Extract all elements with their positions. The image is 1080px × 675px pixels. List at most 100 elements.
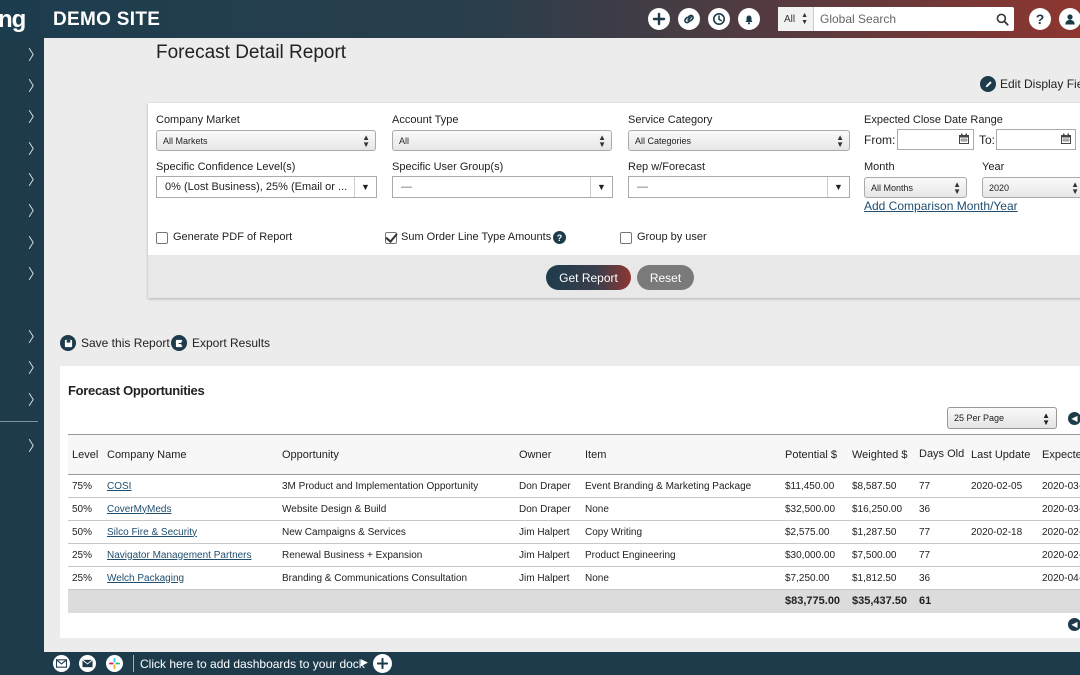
account-type-value: All — [399, 135, 410, 146]
confidence-level-select[interactable]: 0% (Lost Business), 25% (Email or ... ▼ — [156, 176, 377, 198]
edit-display-fields-link[interactable]: Edit Display Fields — [980, 76, 1080, 92]
group-by-user-checkbox[interactable] — [620, 232, 632, 244]
owner-cell: Don Draper — [515, 474, 581, 498]
user-group-select[interactable]: — ▼ — [392, 176, 613, 198]
dashboard-dock: Click here to add dashboards to your doc… — [44, 652, 1080, 675]
logo[interactable]: ng — [0, 6, 26, 34]
last-update-cell — [967, 543, 1038, 567]
company-link[interactable]: Silco Fire & Security — [107, 527, 197, 538]
export-results-link[interactable]: Export Results — [171, 335, 270, 351]
filter-actions-bar: Get Report Reset — [148, 255, 1080, 298]
column-header[interactable]: Item — [581, 434, 781, 475]
weighted-cell: $1,812.50 — [848, 566, 915, 590]
rep-forecast-value: — — [637, 181, 648, 193]
month-select[interactable]: All Months ▲ ▼ — [864, 177, 967, 198]
chevron-right-icon[interactable]: 〉 — [28, 390, 42, 410]
chevron-right-icon[interactable]: 〉 — [28, 76, 42, 96]
prev-page-icon[interactable]: ◀ — [1068, 412, 1080, 425]
expected-cell: 2020-02- — [1038, 520, 1080, 544]
user-group-label: Specific User Group(s) — [392, 161, 504, 173]
company-link[interactable]: COSI — [107, 481, 131, 492]
company-market-select[interactable]: All Markets ▲ ▼ — [156, 130, 376, 151]
user-group-value: — — [401, 181, 412, 193]
weighted-cell: $16,250.00 — [848, 497, 915, 521]
generate-pdf-checkbox[interactable] — [156, 232, 168, 244]
clock-icon[interactable] — [708, 8, 730, 30]
add-comparison-link[interactable]: Add Comparison Month/Year — [864, 199, 1018, 213]
to-date-input[interactable] — [996, 129, 1076, 150]
chevron-right-icon[interactable]: 〉 — [28, 139, 42, 159]
column-header[interactable]: Opportunity — [278, 434, 515, 475]
total-weighted: $35,437.50 — [848, 589, 915, 613]
site-title[interactable]: DEMO SITE — [53, 9, 160, 31]
plus-icon[interactable] — [648, 8, 670, 30]
company-link[interactable]: Welch Packaging — [107, 573, 184, 584]
column-header[interactable]: Level — [68, 434, 103, 475]
reset-button[interactable]: Reset — [637, 265, 694, 290]
column-header[interactable]: Potential $ — [781, 434, 848, 475]
column-header[interactable]: Days Old — [915, 434, 967, 475]
chevron-right-icon[interactable]: 〉 — [28, 436, 42, 456]
search-icon[interactable] — [990, 7, 1014, 31]
from-date-input[interactable] — [897, 129, 974, 150]
rep-forecast-label: Rep w/Forecast — [628, 161, 706, 173]
mail-icon[interactable] — [53, 655, 70, 672]
chevron-right-icon[interactable]: 〉 — [28, 201, 42, 221]
chevron-right-icon[interactable]: 〉 — [28, 233, 42, 253]
company-cell: CoverMyMeds — [103, 497, 278, 521]
owner-cell: Don Draper — [515, 497, 581, 521]
search-scope-select[interactable]: All ▲ ▼ — [778, 7, 814, 31]
slack-icon[interactable] — [106, 655, 123, 672]
sum-order-line-label: Sum Order Line Type Amounts — [401, 231, 552, 243]
plus-icon[interactable] — [373, 654, 392, 673]
weighted-cell: $7,500.00 — [848, 543, 915, 567]
chevron-right-icon[interactable]: 〉 — [28, 45, 42, 65]
company-market-value: All Markets — [163, 135, 208, 146]
help-icon[interactable]: ? — [1029, 8, 1051, 30]
help-icon[interactable]: ? — [553, 231, 566, 244]
per-page-select[interactable]: 25 Per Page ▲ ▼ — [947, 407, 1057, 429]
year-select[interactable]: 2020 ▲ ▼ — [982, 177, 1080, 198]
last-update-cell — [967, 566, 1038, 590]
filter-panel: Company Market All Markets ▲ ▼ Account Ty… — [148, 103, 1080, 298]
level-cell: 75% — [68, 474, 103, 498]
sum-order-line-checkbox[interactable] — [385, 232, 397, 244]
bell-icon[interactable] — [738, 8, 760, 30]
dock-left — [0, 652, 44, 675]
item-cell: Copy Writing — [581, 520, 781, 544]
column-header[interactable]: Last Update — [967, 434, 1038, 475]
user-icon[interactable] — [1059, 8, 1080, 30]
company-link[interactable]: Navigator Management Partners — [107, 550, 252, 561]
opportunity-cell: New Campaigns & Services — [278, 520, 515, 544]
global-search: All ▲ ▼ — [778, 7, 1014, 31]
column-header[interactable]: Expected — [1038, 434, 1080, 475]
potential-cell: $11,450.00 — [781, 474, 848, 498]
rep-forecast-select[interactable]: — ▼ — [628, 176, 850, 198]
calendar-icon[interactable] — [1060, 133, 1072, 145]
column-header[interactable]: Owner — [515, 434, 581, 475]
service-category-select[interactable]: All Categories ▲ ▼ — [628, 130, 850, 151]
save-report-link[interactable]: Save this Report — [60, 335, 170, 351]
column-header[interactable]: Weighted $ — [848, 434, 915, 475]
calendar-icon[interactable] — [958, 133, 970, 145]
company-link[interactable]: CoverMyMeds — [107, 504, 171, 515]
column-header[interactable]: Company Name — [103, 434, 278, 475]
email-icon[interactable] — [79, 655, 96, 672]
chevron-right-icon[interactable]: 〉 — [28, 264, 42, 284]
chevron-right-icon[interactable]: 〉 — [28, 170, 42, 190]
get-report-button[interactable]: Get Report — [546, 265, 631, 290]
search-input[interactable] — [814, 7, 990, 31]
confidence-level-value: 0% (Lost Business), 25% (Email or ... — [165, 181, 348, 193]
add-dashboards-text[interactable]: Click here to add dashboards to your doc… — [140, 657, 365, 671]
link-icon[interactable] — [678, 8, 700, 30]
chevron-right-icon[interactable]: 〉 — [28, 107, 42, 127]
chevron-right-icon[interactable]: 〉 — [28, 358, 42, 378]
days-old-cell: 77 — [915, 474, 967, 498]
updown-arrow-icon: ▲ ▼ — [598, 133, 606, 149]
account-type-label: Account Type — [392, 114, 459, 126]
prev-page-icon[interactable]: ◀ — [1068, 618, 1080, 631]
account-type-select[interactable]: All ▲ ▼ — [392, 130, 612, 151]
chevron-right-icon[interactable]: 〉 — [28, 327, 42, 347]
level-cell: 50% — [68, 520, 103, 544]
item-cell: Product Engineering — [581, 543, 781, 567]
